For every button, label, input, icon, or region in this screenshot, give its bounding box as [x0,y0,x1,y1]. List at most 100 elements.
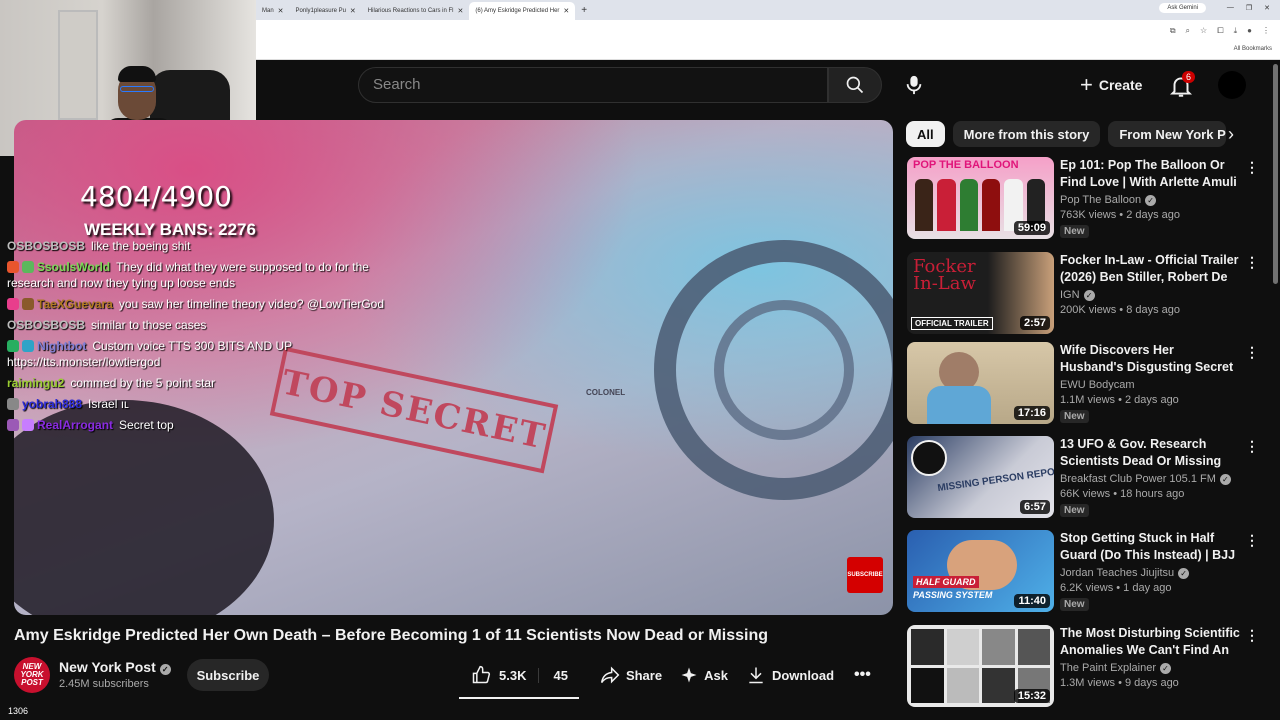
browser-tab-active[interactable]: (6) Amy Eskridge Predicted Her ✕ [469,2,576,20]
channel-text: Pop The Balloon [1060,194,1142,206]
close-tab-icon[interactable]: ✕ [278,7,284,15]
channel-name[interactable]: New York Post ✓ [59,659,171,675]
chat-text: similar to those cases [91,318,207,332]
recommendation-info: Focker In-Law - Official Trailer (2026) … [1060,252,1240,316]
recommendation-title[interactable]: Wife Discovers Her Husband's Disgusting … [1060,342,1240,376]
chip-more-from-story[interactable]: More from this story [952,121,1101,147]
close-window-icon[interactable]: ✕ [1264,4,1270,12]
notification-badge: 6 [1182,71,1196,83]
video-thumbnail[interactable]: MISSING PERSON REPORT 6:57 [907,436,1054,518]
chevron-right-icon[interactable]: › [1228,124,1234,145]
recommendation-title[interactable]: Focker In-Law - Official Trailer (2026) … [1060,252,1240,286]
create-button[interactable]: + Create [1080,71,1142,99]
recommendation-item[interactable]: POP THE BALLOON 59:09 Ep 101: Pop The Ba… [907,157,1259,241]
chat-username: raimingu2 [7,376,65,390]
voice-search-button[interactable] [902,73,926,97]
recommendation-channel[interactable]: The Paint Explainer ✓ [1060,662,1240,674]
share-button[interactable]: Share [600,665,662,685]
recommendation-channel[interactable]: Breakfast Club Power 105.1 FM ✓ [1060,473,1240,485]
recommendation-title[interactable]: The Most Disturbing Scientific Anomalies… [1060,625,1240,659]
video-thumbnail[interactable]: POP THE BALLOON 59:09 [907,157,1054,239]
page-scrollbar[interactable] [1273,64,1278,284]
more-options-icon[interactable]: ⋮ [1245,254,1259,271]
like-button[interactable]: 5.3K [459,665,538,685]
video-thumbnail[interactable]: HALF GUARD PASSING SYSTEM 11:40 [907,530,1054,612]
gemini-label: Ask Gemini [1167,5,1198,11]
more-options-icon[interactable]: ⋮ [1245,532,1259,549]
recommendation-title[interactable]: Ep 101: Pop The Balloon Or Find Love | W… [1060,157,1240,191]
search-input[interactable]: Search [358,67,828,103]
recommendation-item[interactable]: Focker In-Law OFFICIAL TRAILER 2:57 Focke… [907,252,1259,336]
search-placeholder: Search [373,76,421,93]
install-icon[interactable]: ⧉ [1170,26,1176,36]
search-button[interactable] [828,67,882,103]
new-tab-icon[interactable]: + [575,5,593,16]
maximize-icon[interactable]: ❐ [1246,4,1252,12]
webcam-streamer-hair [118,66,156,82]
all-bookmarks[interactable]: All Bookmarks [1234,46,1272,52]
download-button[interactable]: Download [746,665,834,685]
more-options-icon[interactable]: ⋮ [1245,159,1259,176]
browser-tab[interactable]: Man ✕ [256,2,290,20]
subscribe-watermark[interactable]: SUBSCRIBE [847,557,883,593]
create-label: Create [1098,77,1143,93]
more-actions-icon[interactable]: ••• [854,666,871,684]
chat-message: Nightbot Custom voice TTS 300 BITS AND UP… [7,338,407,370]
recommendation-channel[interactable]: EWU Bodycam [1060,379,1240,391]
more-options-icon[interactable]: ⋮ [1245,344,1259,361]
address-bar[interactable]: ⧉ ⌕ ☆ ⧠ ⤓ ● ⋮ [256,20,1280,42]
zoom-icon[interactable]: ⌕ [1186,26,1190,36]
video-thumbnail[interactable]: 17:16 [907,342,1054,424]
chip-from-channel[interactable]: From New York Post [1108,121,1227,147]
recommendation-meta: 66K views • 18 hours ago [1060,488,1185,500]
close-tab-icon[interactable]: ✕ [563,7,569,15]
recommendation-channel[interactable]: Pop The Balloon ✓ [1060,194,1240,206]
recommendation-item[interactable]: HALF GUARD PASSING SYSTEM 11:40 Stop Get… [907,530,1259,614]
recommendation-meta: 6.2K views • 1 day ago [1060,582,1172,594]
video-thumbnail[interactable]: Focker In-Law OFFICIAL TRAILER 2:57 [907,252,1054,334]
like-dislike-group: 5.3K 45 [459,659,582,691]
chat-username: SsoulsWorld [37,260,111,274]
recommendation-meta: 200K views • 8 days ago [1060,304,1181,316]
profile-icon[interactable]: ● [1247,26,1252,36]
recommendation-meta: 1.1M views • 2 days ago [1060,394,1179,406]
menu-icon[interactable]: ⋮ [1262,26,1270,36]
account-avatar[interactable] [1218,71,1246,99]
bookmark-star-icon[interactable]: ☆ [1200,26,1207,36]
grid-cell [946,629,979,665]
plus-icon: + [1080,72,1093,97]
chat-username: Nightbot [37,339,87,353]
colonel-text: COLONEL [586,388,626,397]
more-options-icon[interactable]: ⋮ [1245,438,1259,455]
more-options-icon[interactable]: ⋮ [1245,627,1259,644]
recommendation-channel[interactable]: Jordan Teaches Jiujitsu ✓ [1060,567,1240,579]
minimize-icon[interactable]: — [1227,4,1234,12]
close-tab-icon[interactable]: ✕ [350,7,356,15]
recommendation-channel[interactable]: IGN ✓ [1060,289,1240,301]
chip-all[interactable]: All [906,121,945,147]
browser-tab[interactable]: Hilarious Reactions to Cars in Fl ✕ [362,2,470,20]
close-tab-icon[interactable]: ✕ [458,7,464,15]
download-icon[interactable]: ⤓ [1234,26,1238,36]
ask-gemini-button[interactable]: Ask Gemini [1159,3,1206,13]
video-thumbnail[interactable]: 15:32 [907,625,1054,707]
chat-text: Secret top [119,418,174,432]
duration-badge: 59:09 [1013,221,1050,235]
recommendation-item[interactable]: 15:32 The Most Disturbing Scientific Ano… [907,625,1259,709]
recommendation-title[interactable]: 13 UFO & Gov. Research Scientists Dead O… [1060,436,1240,470]
extensions-icon[interactable]: ⧠ [1217,26,1223,36]
dislike-button[interactable]: 45 [538,667,581,683]
ask-button[interactable]: Ask [680,666,728,684]
recommendation-info: Ep 101: Pop The Balloon Or Find Love | W… [1060,157,1240,239]
chat-text: like the boeing shit [91,239,191,253]
channel-avatar[interactable]: NEW YORK POST [14,657,50,693]
browser-tab[interactable]: Ponly1pleasure Pu ✕ [290,2,362,20]
chat-username: OSBOSBOSB [7,318,86,332]
recommendation-title[interactable]: Stop Getting Stuck in Half Guard (Do Thi… [1060,530,1240,564]
verified-icon: ✓ [1219,474,1231,485]
bookmarks-bar: All Bookmarks [256,42,1280,60]
recommendation-item[interactable]: MISSING PERSON REPORT 6:57 13 UFO & Gov.… [907,436,1259,520]
subscribe-button[interactable]: Subscribe [187,659,269,691]
chat-username: RealArrogant [37,418,114,432]
recommendation-item[interactable]: 17:16 Wife Discovers Her Husband's Disgu… [907,342,1259,426]
